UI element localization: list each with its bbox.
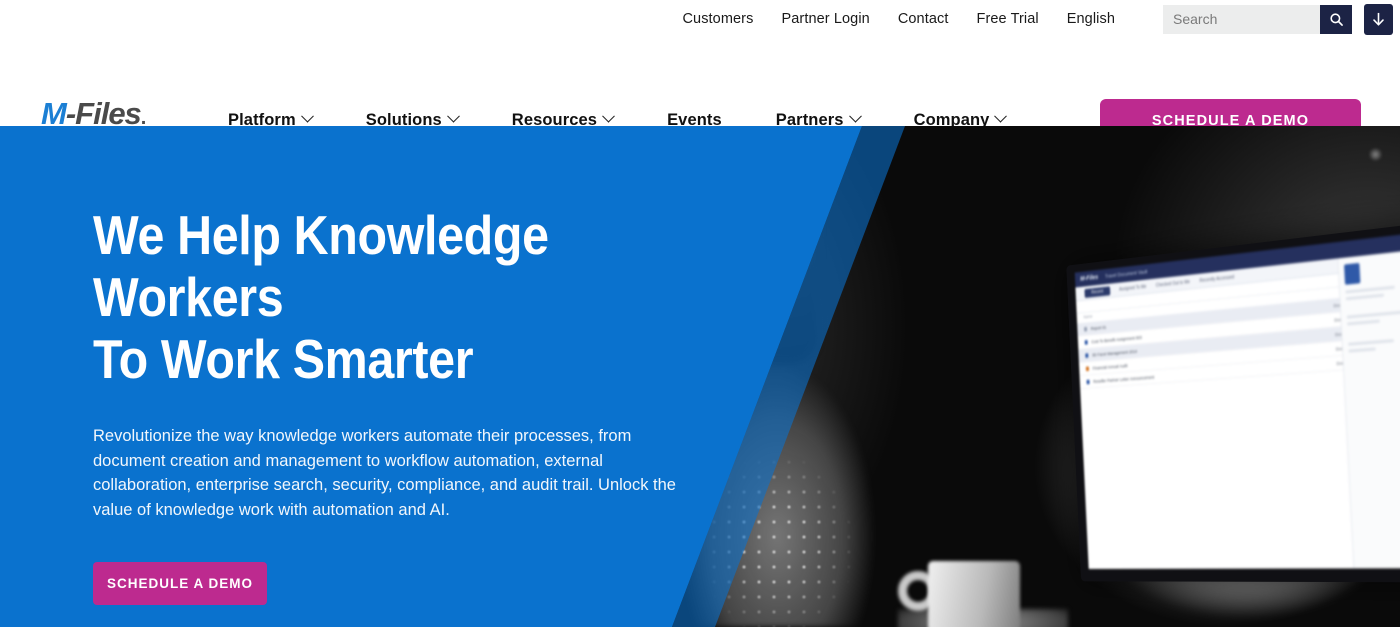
utility-link-language[interactable]: English: [1053, 0, 1129, 38]
hero-subtitle: Revolutionize the way knowledge workers …: [93, 424, 685, 522]
side-panel-line: [1347, 311, 1400, 319]
download-arrow-icon: [1371, 11, 1386, 28]
utility-link-customers[interactable]: Customers: [668, 0, 767, 38]
utility-link-contact[interactable]: Contact: [884, 0, 963, 38]
utility-link-free-trial[interactable]: Free Trial: [962, 0, 1052, 38]
file-type-icon: [1084, 326, 1087, 331]
photo-lens-flare: [1369, 148, 1382, 161]
app-preview-side-panel: [1337, 250, 1400, 569]
app-preview-tab-accessed: Recently Accessed: [1199, 274, 1234, 283]
chevron-down-icon: [602, 109, 615, 122]
search-icon: [1329, 12, 1344, 27]
app-preview-logo: M-Files: [1080, 274, 1098, 282]
search-input[interactable]: [1163, 5, 1320, 34]
side-panel-line: [1346, 294, 1384, 301]
utility-links: Customers Partner Login Contact Free Tri…: [668, 0, 1129, 38]
file-type-icon: [1086, 379, 1089, 384]
photo-monitor: M-Files Travel Document Vault Recent Ass…: [1066, 223, 1400, 582]
side-panel-line: [1348, 339, 1393, 346]
app-preview-breadcrumb: Travel Document Vault: [1105, 269, 1148, 279]
search-bar: [1163, 5, 1352, 34]
chevron-down-icon: [301, 109, 314, 122]
document-icon: [1344, 263, 1360, 285]
file-type-icon: [1085, 353, 1088, 358]
search-button[interactable]: [1320, 5, 1352, 34]
side-panel-line: [1347, 320, 1380, 326]
file-type-icon: [1086, 366, 1089, 371]
side-panel-line: [1348, 347, 1375, 352]
hero-section: M-Files Travel Document Vault Recent Ass…: [0, 126, 1400, 627]
app-preview-tab-assigned: Assigned To Me: [1119, 284, 1147, 292]
app-preview-tab-recent: Recent: [1084, 286, 1110, 298]
download-button[interactable]: [1364, 4, 1393, 35]
hero-schedule-demo-button[interactable]: SCHEDULE A DEMO: [93, 562, 267, 605]
hero-content: We Help Knowledge Workers To Work Smarte…: [93, 204, 713, 605]
app-preview-screen: M-Files Travel Document Vault Recent Ass…: [1075, 233, 1400, 569]
chevron-down-icon: [995, 109, 1008, 122]
mfiles-homepage: Customers Partner Login Contact Free Tri…: [0, 0, 1400, 627]
utility-top-bar: Customers Partner Login Contact Free Tri…: [0, 0, 1400, 38]
hero-headline: We Help Knowledge Workers To Work Smarte…: [93, 204, 639, 390]
side-panel-line: [1345, 286, 1394, 294]
photo-coffee-cup: [928, 561, 1020, 627]
chevron-down-icon: [447, 109, 460, 122]
main-navigation-bar: M-Files. Platform Solutions Resources Ev…: [0, 38, 1400, 126]
mfiles-logo[interactable]: M-Files.: [41, 98, 145, 129]
utility-link-partner-login[interactable]: Partner Login: [767, 0, 883, 38]
app-preview-tab-checked: Checked Out to Me: [1156, 279, 1190, 288]
file-type-icon: [1085, 340, 1088, 345]
chevron-down-icon: [849, 109, 862, 122]
